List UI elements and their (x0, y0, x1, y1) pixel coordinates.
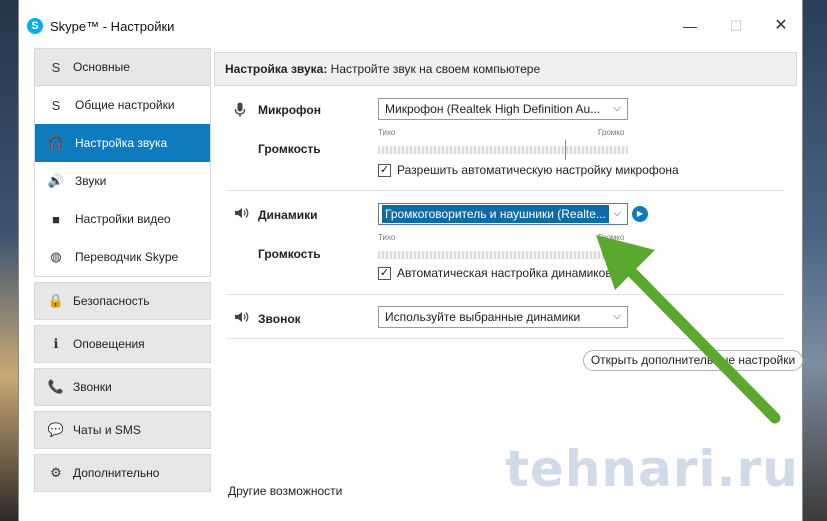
ringer-select-value: Используйте выбранные динамики (385, 310, 581, 324)
panel-header: Настройка звука: Настройте звук на своем… (214, 52, 797, 86)
sidebar-item-label: Звуки (75, 174, 107, 188)
skype-icon: S (51, 97, 61, 113)
chat-icon: 💬 (47, 422, 65, 437)
mic-volume-high-label: Громко (598, 128, 625, 137)
sidebar-group-label: Безопасность (73, 294, 150, 308)
play-test-sound-button[interactable]: ▶ (632, 206, 648, 222)
sidebar-group-label: Оповещения (73, 337, 145, 351)
ringer-select[interactable]: Используйте выбранные динамики ⌵ (378, 306, 628, 328)
spk-volume-slider[interactable] (378, 245, 628, 265)
microphone-select[interactable]: Микрофон (Realtek High Definition Au... … (378, 98, 628, 120)
sidebar-group-label: Дополнительно (73, 466, 160, 480)
sidebar-group-general[interactable]: S Основные (34, 48, 211, 86)
chevron-down-icon: ⌵ (613, 311, 621, 322)
sidebar-group-calls[interactable]: 📞 Звонки (34, 368, 211, 406)
microphone-icon (234, 102, 246, 121)
sidebar-group-label: Звонки (73, 380, 112, 394)
panel-header-subtitle: Настройте звук на своем компьютере (327, 62, 541, 76)
skype-icon: S (51, 59, 61, 75)
speakers-label: Динамики (258, 208, 318, 222)
title-bar: S Skype™ - Настройки — ☐ ✕ (19, 0, 802, 54)
sidebar-item-label: Настройка звука (75, 136, 168, 150)
microphone-section: Микрофон Микрофон (Realtek High Definiti… (226, 86, 785, 191)
sidebar-group-label: Чаты и SMS (73, 423, 141, 437)
info-icon: ℹ (53, 336, 59, 351)
phone-icon: 📞 (47, 379, 65, 394)
sidebar-item-sounds[interactable]: 🔊 Звуки (35, 162, 210, 200)
mic-volume-label: Громкость (258, 142, 321, 156)
speakers-section: Динамики Громкоговоритель и наушники (Re… (226, 191, 785, 295)
spk-volume-low-label: Тихо (378, 233, 396, 242)
speaker-icon: 🔊 (47, 173, 65, 188)
headset-icon: 🎧 (47, 135, 65, 150)
sidebar-item-label: Переводчик Skype (75, 250, 179, 264)
spk-auto-adjust-checkbox[interactable]: ✓ Автоматическая настройка динамиков (378, 266, 612, 280)
maximize-button[interactable]: ☐ (721, 14, 751, 38)
sidebar-group-advanced[interactable]: ⚙ Дополнительно (34, 454, 211, 492)
sidebar-item-translator[interactable]: ◍ Переводчик Skype (35, 238, 210, 276)
spk-volume-label: Громкость (258, 247, 321, 261)
sidebar-group-notifications[interactable]: ℹ Оповещения (34, 325, 211, 363)
sidebar-sub-list: S Общие настройки 🎧 Настройка звука 🔊 Зв… (34, 86, 211, 277)
sidebar-item-video-settings[interactable]: ■ Настройки видео (35, 200, 210, 238)
skype-app-icon: S (27, 18, 43, 34)
open-advanced-settings-button[interactable]: Открыть дополнительные настройки (583, 350, 803, 371)
lock-icon: 🔒 (47, 293, 65, 308)
ringer-section: Звонок Используйте выбранные динамики ⌵ (226, 295, 785, 339)
minimize-button[interactable]: — (675, 14, 705, 38)
speaker-icon (234, 311, 250, 326)
other-features-heading: Другие возможности (228, 484, 343, 498)
ringer-label: Звонок (258, 312, 301, 326)
checkbox-label: Автоматическая настройка динамиков (397, 266, 612, 280)
microphone-select-value: Микрофон (Realtek High Definition Au... (385, 102, 601, 116)
spk-volume-high-label: Громко (598, 233, 625, 242)
mic-auto-adjust-checkbox[interactable]: ✓ Разрешить автоматическую настройку мик… (378, 163, 679, 177)
desktop-background-right (801, 0, 827, 521)
checkbox-checked[interactable]: ✓ (378, 163, 391, 177)
close-button[interactable]: ✕ (766, 14, 796, 38)
checkbox-checked[interactable]: ✓ (378, 266, 391, 280)
chevron-down-icon: ⌵ (613, 208, 621, 219)
window-title: Skype™ - Настройки (50, 19, 175, 34)
speakers-select-value: Громкоговоритель и наушники (Realte... (382, 205, 609, 223)
sidebar-group-security[interactable]: 🔒 Безопасность (34, 282, 211, 320)
slider-thumb[interactable] (565, 140, 566, 160)
sidebar-item-general-settings[interactable]: S Общие настройки (35, 86, 210, 124)
sidebar-group-chats-sms[interactable]: 💬 Чаты и SMS (34, 411, 211, 449)
sidebar-item-audio-settings[interactable]: 🎧 Настройка звука (35, 124, 210, 162)
globe-icon: ◍ (50, 249, 62, 264)
video-camera-icon: ■ (52, 211, 60, 227)
mic-volume-low-label: Тихо (378, 128, 396, 137)
microphone-label: Микрофон (258, 103, 321, 117)
mic-volume-slider[interactable] (378, 140, 628, 160)
watermark: tehnari.ru (505, 440, 799, 498)
panel-header-title: Настройка звука: (225, 62, 328, 76)
sidebar-item-label: Настройки видео (75, 212, 171, 226)
settings-sidebar: S Основные S Общие настройки 🎧 Настройка… (34, 48, 211, 497)
speakers-select[interactable]: Громкоговоритель и наушники (Realte... ⌵ (378, 203, 628, 225)
chevron-down-icon: ⌵ (613, 103, 621, 114)
sidebar-item-label: Общие настройки (75, 98, 175, 112)
gear-icon: ⚙ (50, 465, 62, 480)
desktop-background-left (0, 0, 18, 521)
slider-thumb[interactable] (627, 245, 628, 265)
speaker-icon (234, 207, 250, 222)
checkbox-label: Разрешить автоматическую настройку микро… (397, 163, 679, 177)
sidebar-group-label: Основные (73, 60, 130, 74)
